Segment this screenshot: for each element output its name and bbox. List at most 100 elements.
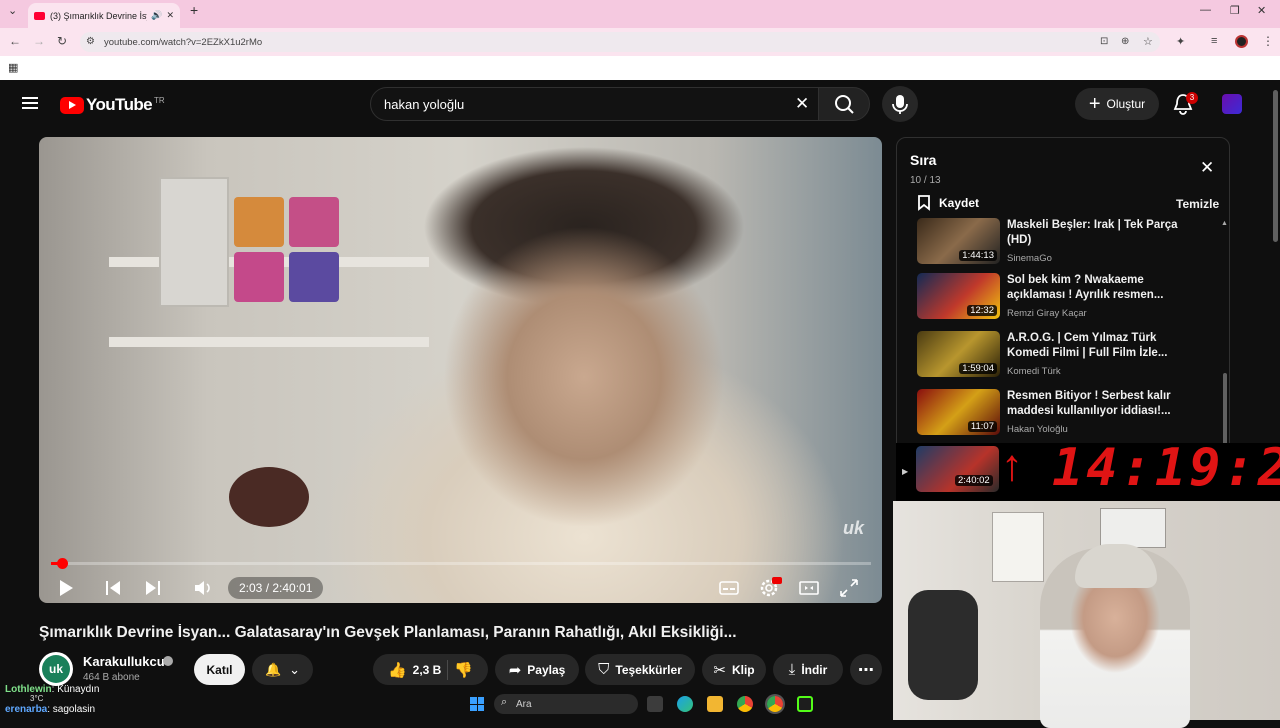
video-title: Şımarıklık Devrine İsyan... Galatasaray'… (39, 624, 737, 641)
reload-icon[interactable]: ↻ (57, 34, 67, 48)
tab-search-icon[interactable]: ⌄ (8, 4, 17, 17)
speaker-icon[interactable]: 🔊 (151, 10, 162, 21)
voice-search-button[interactable] (882, 86, 918, 122)
zoom-icon[interactable]: ⊕ (1121, 36, 1129, 47)
chrome-profile-icon[interactable] (767, 696, 783, 712)
fullscreen-icon[interactable] (838, 577, 860, 599)
apps-grid-icon[interactable]: ▦ (8, 61, 18, 74)
site-info-icon[interactable]: ⚙ (86, 36, 95, 47)
profile-avatar[interactable] (1235, 35, 1248, 48)
task-view-icon[interactable] (647, 696, 663, 712)
download-label: İndir (801, 662, 828, 677)
file-explorer-icon[interactable] (707, 696, 723, 712)
queue-item-channel: Hakan Yoloğlu (1007, 424, 1068, 435)
thanks-button[interactable]: ⛉ Teşekkürler (585, 654, 695, 685)
bookmark-star-icon[interactable]: ☆ (1143, 35, 1153, 48)
queue-clear-button[interactable]: Temizle (1176, 197, 1219, 211)
queue-save-button[interactable]: Kaydet (917, 194, 979, 211)
shelf (109, 337, 429, 347)
address-bar-row: youtube.com/watch?v=2EZkX1u2rMo (0, 28, 1280, 56)
queue-item[interactable]: 12:32 Sol bek kim ? Nwakaeme açıklaması … (917, 273, 1217, 323)
queue-item-title: Maskeli Beşler: Irak | Tek Parça (HD) (1007, 219, 1178, 246)
search-input[interactable]: hakan yoloğlu (370, 87, 820, 121)
browser-tab[interactable]: (3) Şımarıklık Devrine İsyan... 🔊 ✕ (28, 3, 180, 28)
queue-thumbnail: 1:44:13 (917, 218, 1000, 264)
chrome-icon[interactable] (737, 696, 753, 712)
search-button[interactable] (818, 87, 870, 121)
notification-count-badge: 3 (1186, 92, 1198, 104)
duration-badge: 1:44:13 (959, 250, 997, 261)
progress-bar[interactable] (51, 562, 871, 565)
more-actions-button[interactable]: ⋯ (850, 654, 882, 685)
queue-close-icon[interactable]: ✕ (1200, 158, 1214, 178)
kick-app-icon[interactable] (797, 696, 813, 712)
forward-icon[interactable]: → (33, 34, 45, 48)
test-card-art (289, 197, 339, 247)
tab-title: (3) Şımarıklık Devrine İsyan... (50, 10, 147, 21)
queue-item[interactable]: 1:59:04 A.R.O.G. | Cem Yılmaz Türk Komed… (917, 331, 1217, 381)
taskbar-search[interactable]: Ara (494, 694, 638, 714)
bookmark-icon (918, 195, 930, 211)
scissors-icon: ✂ (713, 661, 726, 679)
extensions-icon[interactable]: ✦ (1176, 35, 1185, 48)
create-button[interactable]: + Oluştur (1075, 88, 1159, 120)
page-scrollbar-thumb[interactable] (1273, 90, 1278, 242)
edge-icon[interactable] (677, 696, 693, 712)
new-tab-icon[interactable]: + (190, 2, 198, 18)
subtitles-icon[interactable] (718, 577, 740, 599)
divider (447, 659, 449, 680)
like-dislike-group: 👍 2,3 B 👎 (373, 654, 488, 685)
settings-gear-icon[interactable] (758, 577, 782, 599)
back-icon[interactable]: ← (9, 34, 21, 48)
join-button[interactable]: Katıl (194, 654, 245, 685)
guide-menu-icon[interactable] (22, 97, 38, 109)
duration-badge: 1:59:04 (959, 363, 997, 374)
subscription-bell-button[interactable]: 🔔 ⌄ (252, 654, 313, 685)
queue-item-title: Sol bek kim ? Nwakaeme açıklaması ! Ayrı… (1007, 274, 1164, 301)
tab-close-icon[interactable]: ✕ (166, 10, 174, 21)
video-player[interactable]: uk (39, 137, 882, 603)
theater-mode-icon[interactable] (798, 577, 820, 599)
weather-widget[interactable]: 3°C (30, 694, 43, 703)
next-icon[interactable] (143, 577, 163, 599)
test-card-art (234, 252, 284, 302)
queue-item[interactable]: 1:44:13 Maskeli Beşler: Irak | Tek Parça… (917, 218, 1217, 268)
media-control-icon[interactable]: ≡ (1211, 35, 1217, 47)
restore-icon[interactable]: ❐ (1230, 4, 1240, 17)
youtube-logo[interactable]: YouTube TR (60, 95, 165, 115)
play-icon[interactable] (56, 577, 76, 599)
account-avatar[interactable] (1222, 94, 1242, 114)
volume-icon[interactable] (192, 577, 214, 599)
queue-thumbnail: 11:07 (917, 389, 1000, 435)
progress-scrubber[interactable] (56, 558, 68, 569)
queue-scroll-up-icon[interactable]: ▲ (1221, 220, 1228, 227)
share-button[interactable]: ➦ Paylaş (495, 654, 579, 685)
like-icon[interactable]: 👍 (388, 661, 407, 679)
queue-scrollbar-thumb[interactable] (1223, 373, 1227, 447)
share-arrow-icon: ➦ (508, 661, 522, 679)
duration-badge: 12:32 (967, 305, 997, 316)
minimize-icon[interactable]: — (1200, 4, 1211, 16)
share-label: Paylaş (527, 662, 566, 677)
install-icon[interactable]: ⊡ (1100, 36, 1108, 47)
channel-name[interactable]: Karakullukcu (83, 654, 165, 669)
clear-search-icon[interactable]: ✕ (795, 94, 809, 114)
clip-button[interactable]: ✂ Klip (702, 654, 766, 685)
window-close-icon[interactable]: ✕ (1257, 4, 1266, 17)
tactics-board (1100, 508, 1166, 548)
download-button[interactable]: ⤓ İndir (773, 654, 843, 685)
channel-watermark: uk (842, 518, 864, 538)
time-display: 2:03 / 2:40:01 (228, 577, 324, 599)
like-count[interactable]: 2,3 B (413, 663, 442, 677)
windows-start-icon[interactable] (470, 697, 484, 711)
previous-icon[interactable] (103, 577, 123, 599)
country-code: TR (154, 95, 165, 105)
clip-label: Klip (731, 662, 755, 677)
queue-thumbnail: 12:32 (917, 273, 1000, 319)
queue-thumbnail: 1:59:04 (917, 331, 1000, 377)
omnibox[interactable]: youtube.com/watch?v=2EZkX1u2rMo (80, 32, 1160, 52)
channel-avatar[interactable]: uk (39, 652, 73, 686)
browser-menu-icon[interactable]: ⋮ (1262, 34, 1274, 48)
queue-item[interactable]: 11:07 Resmen Bitiyor ! Serbest kalır mad… (917, 389, 1217, 439)
dislike-icon[interactable]: 👎 (454, 661, 473, 679)
